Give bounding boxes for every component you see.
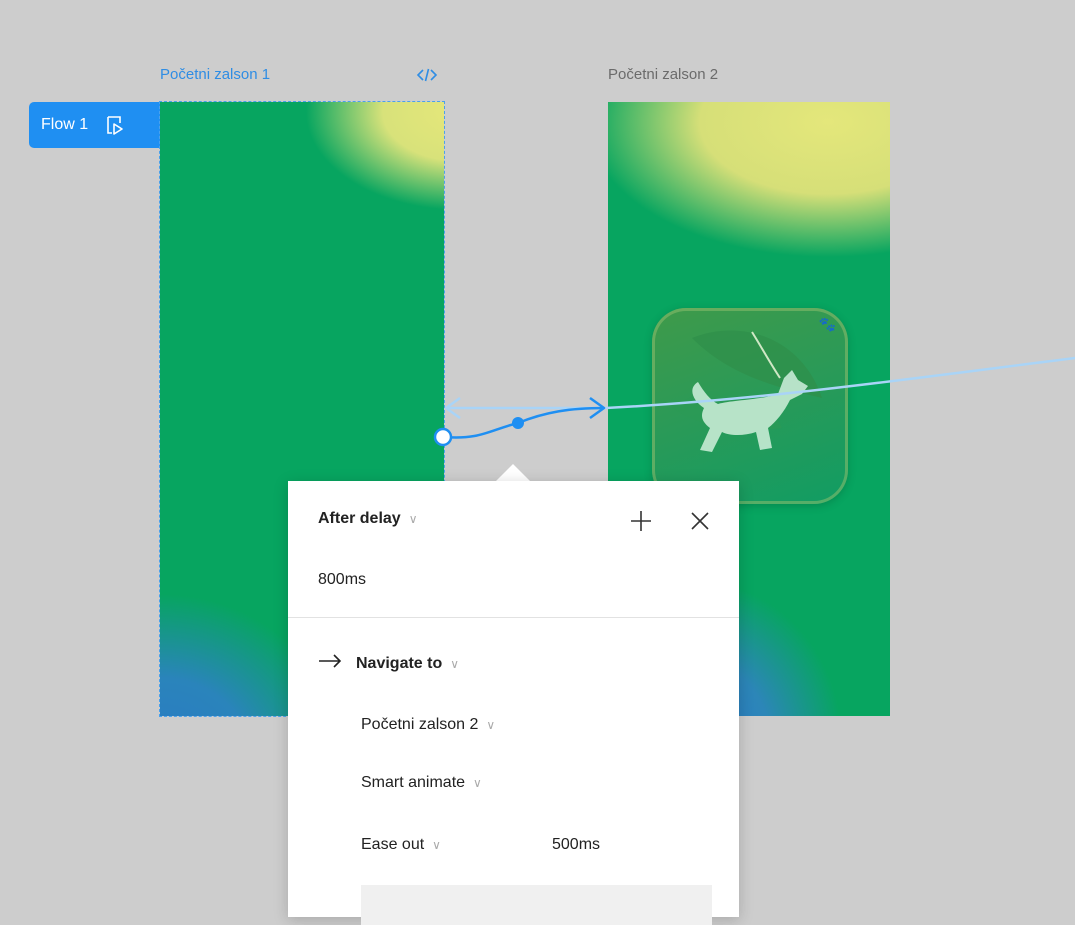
easing-label: Ease out xyxy=(361,836,425,853)
duration-input[interactable]: 500ms xyxy=(552,836,600,854)
chevron-down-icon: ∨ xyxy=(486,718,496,732)
chevron-down-icon: ∨ xyxy=(473,776,482,790)
plus-icon[interactable] xyxy=(627,507,655,535)
destination-dropdown[interactable]: Početni zalson 2 ∨ xyxy=(361,716,495,734)
divider xyxy=(288,617,739,618)
easing-dropdown[interactable]: Ease out ∨ xyxy=(361,836,441,854)
popup-notch xyxy=(496,464,530,481)
animation-label: Smart animate xyxy=(361,774,466,791)
trigger-dropdown[interactable]: After delay ∨ xyxy=(318,510,418,528)
chevron-down-icon: ∨ xyxy=(450,656,460,671)
action-label: Navigate to xyxy=(356,654,443,672)
chevron-down-icon: ∨ xyxy=(408,512,418,526)
delay-input[interactable]: 800ms xyxy=(318,571,366,589)
interaction-popup: After delay ∨ 800ms Navigate to ∨ Početn… xyxy=(288,481,739,925)
delay-value: 800ms xyxy=(318,571,367,588)
trigger-label: After delay xyxy=(318,510,401,527)
destination-label: Početni zalson 2 xyxy=(361,716,479,733)
action-dropdown[interactable]: Navigate to ∨ xyxy=(318,654,459,673)
duration-value: 500ms xyxy=(552,836,601,853)
animation-dropdown[interactable]: Smart animate ∨ xyxy=(361,774,482,792)
close-icon[interactable] xyxy=(686,507,714,535)
arrow-right-icon xyxy=(318,654,342,673)
chevron-down-icon: ∨ xyxy=(432,838,441,852)
animation-preview xyxy=(361,885,712,925)
